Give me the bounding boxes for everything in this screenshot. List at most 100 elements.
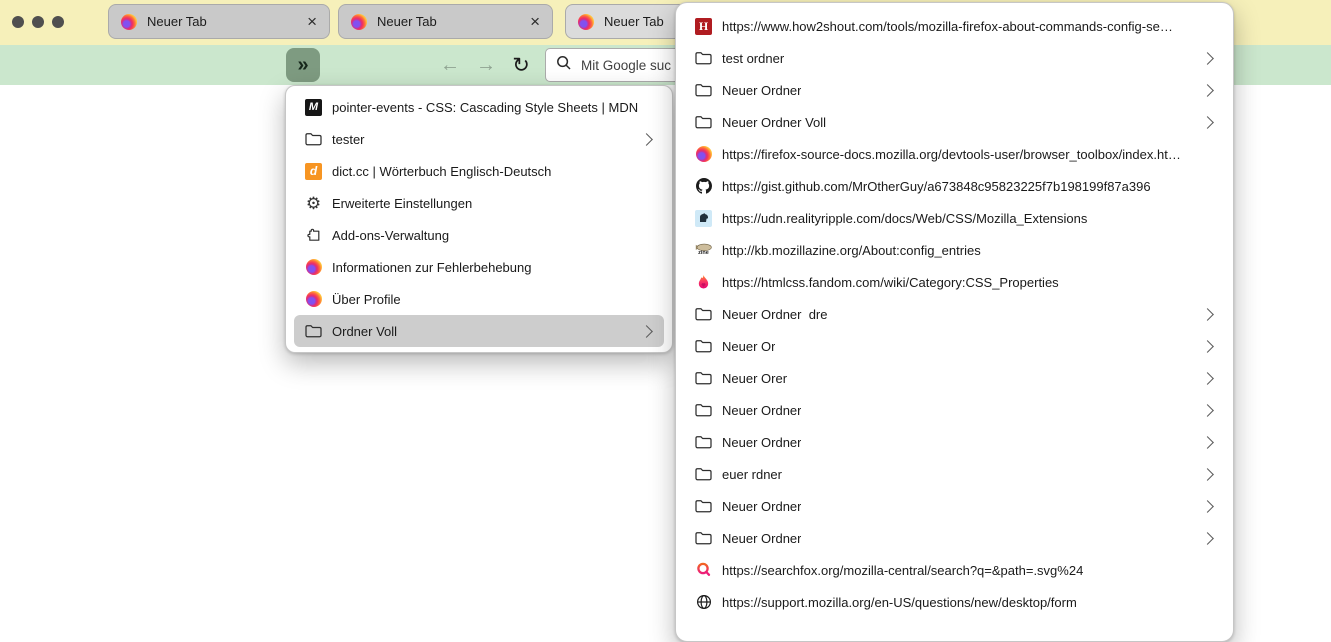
submenu-item-folder[interactable]: Neuer Ordner bbox=[684, 426, 1225, 458]
chevron-right-icon bbox=[1201, 404, 1214, 417]
submenu-item-folder[interactable]: Neuer Ordner bbox=[684, 74, 1225, 106]
item-label: euer rdner bbox=[722, 467, 782, 482]
chevron-right-icon bbox=[640, 325, 653, 338]
submenu-item-bookmark[interactable]: zine http://kb.mozillazine.org/About:conf… bbox=[684, 234, 1225, 266]
window-controls bbox=[12, 16, 64, 28]
chevron-right-icon bbox=[1201, 468, 1214, 481]
overflow-chevron-button[interactable]: » bbox=[286, 48, 320, 82]
chevron-right-icon bbox=[1201, 308, 1214, 321]
item-label: pointer-events - CSS: Cascading Style Sh… bbox=[332, 100, 638, 115]
folder-icon bbox=[694, 49, 713, 67]
menu-item-bookmark[interactable]: ⚙ Erweiterte Einstellungen bbox=[294, 187, 664, 219]
submenu-item-bookmark[interactable]: https://support.mozilla.org/en-US/questi… bbox=[684, 586, 1225, 618]
item-label: Neuer Ordner Voll bbox=[722, 115, 826, 130]
chevron-right-icon bbox=[1201, 52, 1214, 65]
firefox-icon bbox=[351, 14, 367, 30]
tab-1[interactable]: Neuer Tab × bbox=[108, 4, 330, 39]
close-tab-icon[interactable]: × bbox=[530, 13, 540, 30]
minimize-window-button[interactable] bbox=[32, 16, 44, 28]
fandom-icon bbox=[694, 273, 713, 291]
submenu-item-bookmark[interactable]: https://udn.realityripple.com/docs/Web/C… bbox=[684, 202, 1225, 234]
menu-item-folder[interactable]: tester bbox=[294, 123, 664, 155]
chevron-right-icon bbox=[1201, 116, 1214, 129]
tab-2[interactable]: Neuer Tab × bbox=[338, 4, 553, 39]
chevron-right-icon bbox=[1201, 372, 1214, 385]
item-label: http://kb.mozillazine.org/About:config_e… bbox=[722, 243, 981, 258]
submenu-item-bookmark[interactable]: https://searchfox.org/mozilla-central/se… bbox=[684, 554, 1225, 586]
menu-item-folder[interactable]: Ordner Voll bbox=[294, 315, 664, 347]
submenu-item-folder[interactable]: test ordner bbox=[684, 42, 1225, 74]
mozillazine-icon: zine bbox=[694, 241, 713, 259]
submenu-item-folder[interactable]: Neuer Orer bbox=[684, 362, 1225, 394]
folder-icon bbox=[694, 369, 713, 387]
submenu-item-bookmark[interactable]: https://firefox-source-docs.mozilla.org/… bbox=[684, 138, 1225, 170]
item-label: Neuer Ordner bbox=[722, 435, 801, 450]
item-label: https://htmlcss.fandom.com/wiki/Category… bbox=[722, 275, 1059, 290]
submenu-item-bookmark[interactable]: https://htmlcss.fandom.com/wiki/Category… bbox=[684, 266, 1225, 298]
close-window-button[interactable] bbox=[12, 16, 24, 28]
submenu-item-folder[interactable]: Neuer Ordner bbox=[684, 490, 1225, 522]
folder-submenu: Hhttps://www.how2shout.com/tools/mozilla… bbox=[675, 2, 1234, 642]
menu-item-bookmark[interactable]: Mpointer-events - CSS: Cascading Style S… bbox=[294, 91, 664, 123]
folder-icon bbox=[304, 322, 323, 340]
folder-icon bbox=[694, 433, 713, 451]
chevron-right-icon bbox=[1201, 84, 1214, 97]
github-icon bbox=[694, 177, 713, 195]
item-label: https://firefox-source-docs.mozilla.org/… bbox=[722, 147, 1181, 162]
maximize-window-button[interactable] bbox=[52, 16, 64, 28]
menu-item-bookmark[interactable]: Informationen zur Fehlerbehebung bbox=[294, 251, 664, 283]
item-label: Neuer Or bbox=[722, 339, 775, 354]
item-label: Neuer Ordner dre bbox=[722, 307, 828, 322]
item-label: https://gist.github.com/MrOtherGuy/a6738… bbox=[722, 179, 1151, 194]
item-label: Neuer Ordner bbox=[722, 499, 801, 514]
item-label: https://searchfox.org/mozilla-central/se… bbox=[722, 563, 1083, 578]
puzzle-icon bbox=[304, 226, 323, 244]
menu-item-bookmark[interactable]: Add-ons-Verwaltung bbox=[294, 219, 664, 251]
bookmarks-overflow-menu: Mpointer-events - CSS: Cascading Style S… bbox=[285, 85, 673, 353]
close-tab-icon[interactable]: × bbox=[307, 13, 317, 30]
back-icon[interactable]: ← bbox=[438, 45, 462, 85]
item-label: dict.cc | Wörterbuch Englisch-Deutsch bbox=[332, 164, 551, 179]
firefox-icon bbox=[304, 258, 323, 276]
submenu-item-folder[interactable]: Neuer Ordner bbox=[684, 394, 1225, 426]
item-label: Neuer Ordner bbox=[722, 531, 801, 546]
submenu-item-folder[interactable]: Neuer Or bbox=[684, 330, 1225, 362]
firefox-icon bbox=[578, 14, 594, 30]
item-label: Neuer Orer bbox=[722, 371, 787, 386]
item-label: Ordner Voll bbox=[332, 324, 397, 339]
reload-icon[interactable]: ↻ bbox=[509, 45, 533, 85]
menu-item-bookmark[interactable]: ddict.cc | Wörterbuch Englisch-Deutsch bbox=[294, 155, 664, 187]
folder-icon bbox=[694, 529, 713, 547]
folder-icon bbox=[694, 497, 713, 515]
gear-icon: ⚙ bbox=[304, 194, 323, 212]
forward-icon[interactable]: → bbox=[474, 45, 498, 85]
item-label: Erweiterte Einstellungen bbox=[332, 196, 472, 211]
submenu-item-folder[interactable]: Neuer Ordner Voll bbox=[684, 106, 1225, 138]
item-label: Neuer Ordner bbox=[722, 403, 801, 418]
menu-item-bookmark[interactable]: Über Profile bbox=[294, 283, 664, 315]
searchfox-icon bbox=[694, 561, 713, 579]
item-label: Neuer Ordner bbox=[722, 83, 801, 98]
folder-icon bbox=[694, 305, 713, 323]
item-label: Informationen zur Fehlerbehebung bbox=[332, 260, 531, 275]
submenu-item-bookmark[interactable]: Hhttps://www.how2shout.com/tools/mozilla… bbox=[684, 10, 1225, 42]
folder-icon bbox=[694, 465, 713, 483]
chevron-right-icon bbox=[1201, 436, 1214, 449]
item-label: test ordner bbox=[722, 51, 784, 66]
firefox-icon bbox=[304, 290, 323, 308]
submenu-item-folder[interactable]: euer rdner bbox=[684, 458, 1225, 490]
chevron-right-icon bbox=[640, 133, 653, 146]
submenu-item-folder[interactable]: Neuer Ordner dre bbox=[684, 298, 1225, 330]
item-label: https://support.mozilla.org/en-US/questi… bbox=[722, 595, 1077, 610]
folder-icon bbox=[694, 401, 713, 419]
chevron-right-icon bbox=[1201, 532, 1214, 545]
folder-icon bbox=[694, 337, 713, 355]
item-label: Add-ons-Verwaltung bbox=[332, 228, 449, 243]
search-icon bbox=[556, 55, 572, 76]
submenu-item-bookmark[interactable]: https://gist.github.com/MrOtherGuy/a6738… bbox=[684, 170, 1225, 202]
mdn-icon: M bbox=[304, 98, 323, 116]
submenu-item-folder[interactable]: Neuer Ordner bbox=[684, 522, 1225, 554]
tab-label: Neuer Tab bbox=[377, 14, 522, 29]
realityripple-icon bbox=[694, 209, 713, 227]
item-label: https://www.how2shout.com/tools/mozilla-… bbox=[722, 19, 1173, 34]
